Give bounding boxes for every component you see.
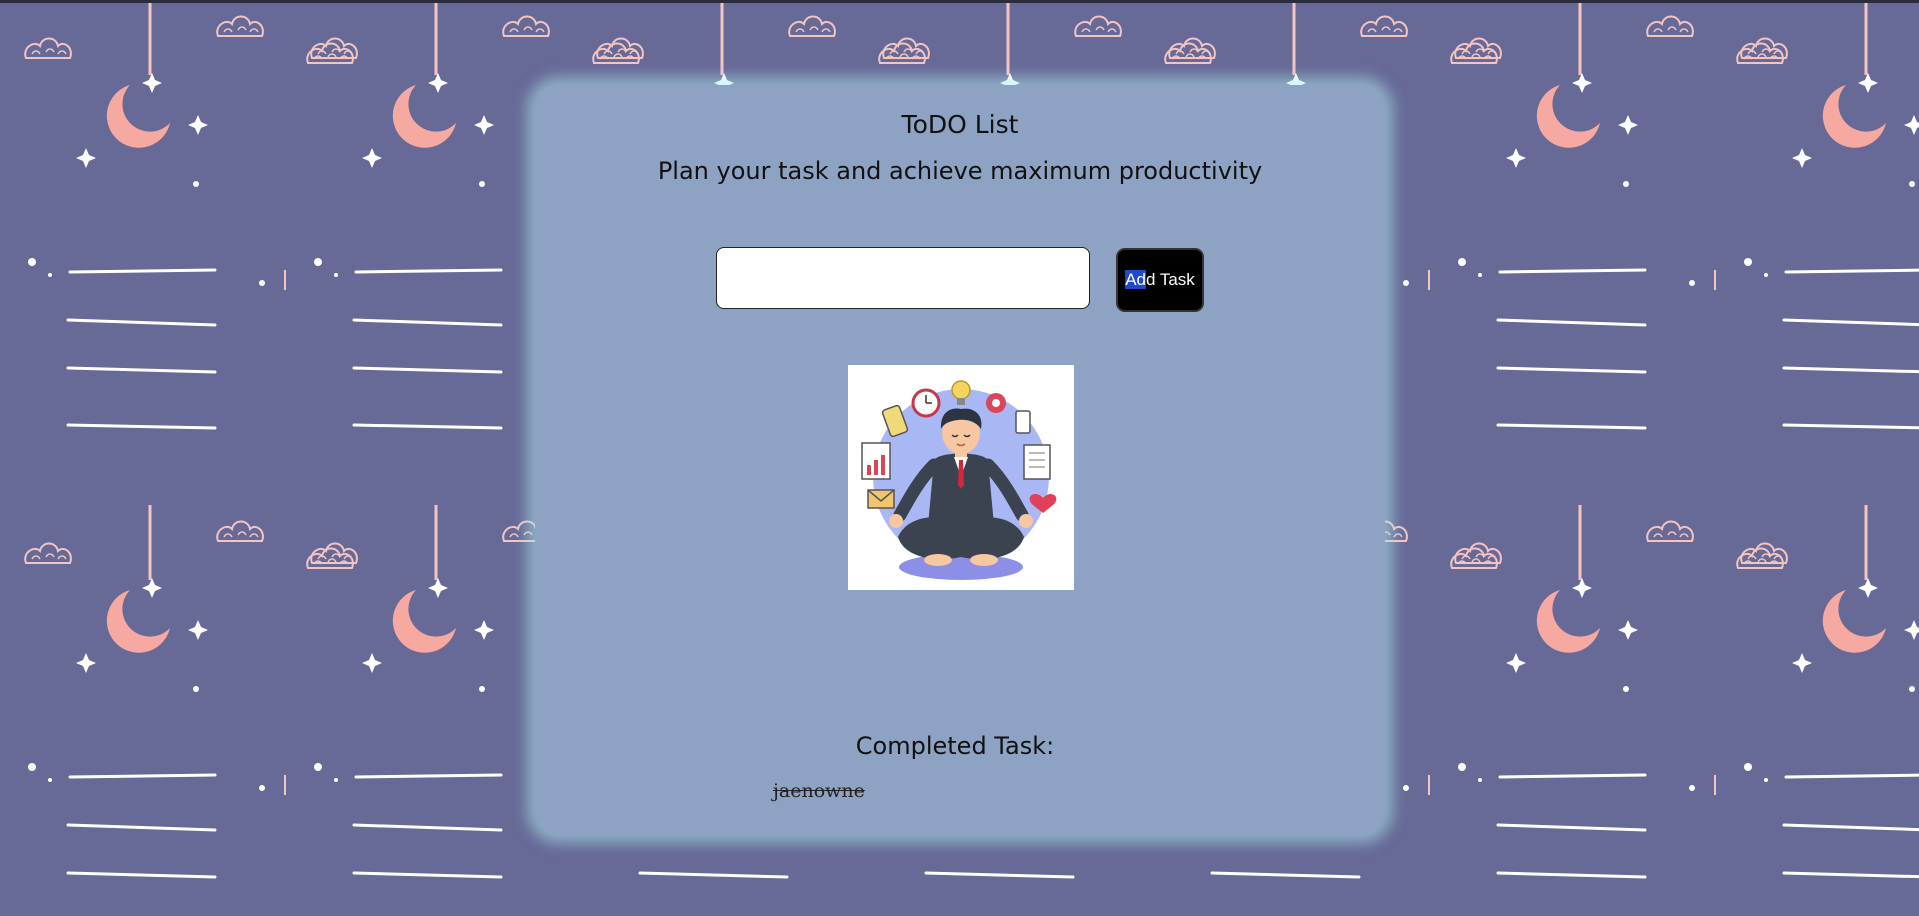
completed-task-item[interactable]: jaenowne bbox=[773, 780, 865, 802]
coffee-cup-icon bbox=[1015, 410, 1031, 434]
todo-card: ToDO List Plan your task and achieve max… bbox=[535, 85, 1385, 835]
completed-task-heading: Completed Task: bbox=[855, 732, 1055, 760]
meditating-businessman-illustration bbox=[848, 365, 1074, 590]
completed-task-list: jaenowne bbox=[773, 780, 865, 802]
clock-icon bbox=[911, 388, 941, 418]
top-border bbox=[0, 0, 1919, 3]
gear-icon bbox=[986, 393, 1006, 413]
add-task-label-selected: Ad bbox=[1125, 270, 1146, 289]
page-subtitle: Plan your task and achieve maximum produ… bbox=[657, 157, 1263, 185]
document-icon bbox=[1023, 444, 1051, 480]
add-task-label: d Task bbox=[1145, 270, 1195, 289]
page-title: ToDO List bbox=[901, 110, 1019, 139]
task-input[interactable] bbox=[716, 247, 1090, 309]
add-task-button[interactable]: Add Task bbox=[1116, 248, 1204, 312]
